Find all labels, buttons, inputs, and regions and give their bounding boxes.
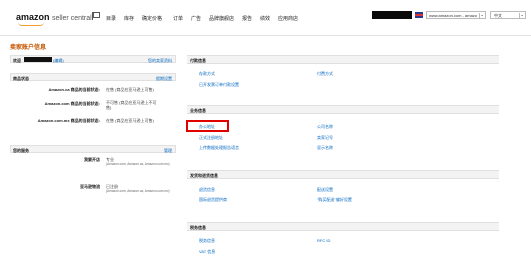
payment-info-section: 付款信息 存款方式 付费方式 已开发票订单付款设置 — [187, 55, 499, 95]
page-title: 卖家账户信息 — [10, 45, 47, 51]
invoiced-order-payment-settings-link[interactable]: 已开发票订单付款设置 — [199, 82, 239, 88]
tax-information-link[interactable]: 税务信息 — [199, 238, 215, 244]
service-value-fba: 已注册 (Amazon.com, Amazon.ca, Amazon.com.m… — [106, 184, 170, 193]
redacted-account-name — [372, 11, 412, 19]
chevron-down-icon — [479, 13, 484, 18]
rfc-id-link[interactable]: RFC ID — [317, 238, 330, 243]
payment-info-header: 付款信息 — [187, 55, 499, 64]
tax-info-title: 税务信息 — [190, 225, 206, 230]
seller-token-link[interactable]: 卖家记号 — [317, 135, 333, 141]
status-value-ca: 在售 (商品在亚马逊上可售) — [106, 87, 154, 92]
service-value-selling: 专业 (Amazon.com, Amazon.ca, Amazon.com.mx… — [106, 157, 170, 166]
logo-seller-central-text: seller central — [52, 15, 92, 22]
company-name-link[interactable]: 公司名称 — [317, 124, 333, 130]
charge-methods-link[interactable]: 付费方式 — [317, 71, 333, 77]
status-label-mx: Amazon.com.mx 商品的当前状态: — [37, 118, 100, 123]
nav-performance[interactable]: 绩效 — [260, 15, 270, 22]
service-label-fba: 亚马逊物流 — [80, 184, 100, 189]
service-label-selling: 我要开店 — [84, 157, 100, 162]
business-info-header: 业务信息 — [187, 105, 499, 114]
shipping-returns-section: 发货和退货信息 退货信息 配送设置 国际退货提供商 "购买配送"偏好设置 — [187, 170, 499, 210]
marketplace-select[interactable]: www.amazon.com - amazo — [426, 11, 486, 19]
services-title: 您的服务 — [13, 147, 29, 153]
top-navigation-bar: amazon seller central 目录 库存 确定价格 订单 广告 品… — [0, 0, 531, 36]
nav-catalog[interactable]: 目录 — [106, 15, 116, 22]
vat-info-link[interactable]: VAT 信息 — [199, 249, 215, 255]
upload-report-language-link[interactable]: 上传数据处理报告语言 — [199, 145, 239, 151]
marketplace-flag-icon — [415, 12, 423, 18]
listing-status-panel: 商品状态 假期设置 Amazon.ca 商品的当前状态: 在售 (商品在亚马逊上… — [10, 73, 176, 139]
status-label-com: Amazon.com 商品的当前状态: — [44, 101, 100, 106]
welcome-panel: 欢迎 (编辑) 您的卖家资料 — [10, 55, 176, 63]
registered-address-link[interactable]: 正式注册地址 — [199, 135, 223, 141]
seller-profile-link[interactable]: 您的卖家资料 — [148, 58, 172, 64]
language-select-value: 中文 — [494, 13, 502, 18]
services-header: 您的服务 管理 — [10, 145, 176, 153]
display-name-link[interactable]: 显示名称 — [317, 145, 333, 151]
business-info-section: 业务信息 办公地址 公司名称 正式注册地址 卖家记号 上传数据处理报告语言 显示… — [187, 105, 499, 155]
listing-status-title: 商品状态 — [13, 75, 29, 81]
shipping-returns-title: 发货和退货信息 — [190, 173, 218, 178]
welcome-label: 欢迎 — [13, 57, 21, 63]
international-returns-provider-link[interactable]: 国际退货提供商 — [199, 197, 227, 203]
vacation-settings-link[interactable]: 假期设置 — [156, 76, 172, 82]
language-select[interactable]: 中文 — [490, 11, 526, 19]
buy-shipping-preferences-link[interactable]: "购买配送"偏好设置 — [317, 197, 352, 203]
fba-marketplaces: (Amazon.com, Amazon.ca, Amazon.com.mx) — [106, 189, 170, 193]
shipping-returns-header: 发货和退货信息 — [187, 170, 499, 179]
payment-info-title: 付款信息 — [190, 58, 206, 63]
nav-stores[interactable]: 品牌旗舰店 — [209, 15, 234, 22]
flag-icon[interactable] — [92, 12, 100, 20]
seller-central-logo[interactable]: amazon seller central — [16, 12, 92, 26]
status-value-com: 不可售 (商品在亚马逊上不可售) — [106, 100, 157, 110]
marketplace-select-value: www.amazon.com - amazo — [429, 13, 478, 18]
status-value-mx: 在售 (商品在亚马逊上可售) — [106, 118, 154, 123]
service-marketplaces: (Amazon.com, Amazon.ca, Amazon.com.mx) — [106, 162, 170, 166]
manage-services-link[interactable]: 管理 — [164, 148, 172, 154]
redacted-seller-name — [24, 57, 52, 62]
welcome-header: 欢迎 (编辑) 您的卖家资料 — [10, 55, 176, 63]
tax-info-header: 税务信息 — [187, 222, 499, 231]
listing-status-header: 商品状态 假期设置 — [10, 73, 176, 81]
services-panel: 您的服务 管理 我要开店 专业 (Amazon.com, Amazon.ca, … — [10, 145, 176, 205]
shipping-settings-link[interactable]: 配送设置 — [317, 187, 333, 193]
chevron-down-icon — [519, 13, 524, 18]
deposit-methods-link[interactable]: 存款方式 — [199, 71, 215, 77]
nav-inventory[interactable]: 库存 — [124, 15, 134, 22]
nav-appstore[interactable]: 应用商店 — [278, 15, 298, 22]
amazon-smile-icon — [18, 22, 44, 26]
nav-orders[interactable]: 订单 — [173, 15, 183, 22]
business-info-title: 业务信息 — [190, 108, 206, 113]
logo-amazon-text: amazon — [16, 12, 50, 22]
office-address-highlight-box — [186, 120, 229, 132]
nav-advertising[interactable]: 广告 — [191, 15, 201, 22]
return-settings-link[interactable]: 退货信息 — [199, 187, 215, 193]
tax-info-section: 税务信息 税务信息 RFC ID VAT 信息 — [187, 222, 499, 262]
nav-pricing[interactable]: 确定价格 — [142, 15, 162, 22]
status-label-ca: Amazon.ca 商品的当前状态: — [48, 87, 100, 92]
edit-link[interactable]: (编辑) — [53, 58, 64, 64]
nav-reports[interactable]: 报告 — [242, 15, 252, 22]
